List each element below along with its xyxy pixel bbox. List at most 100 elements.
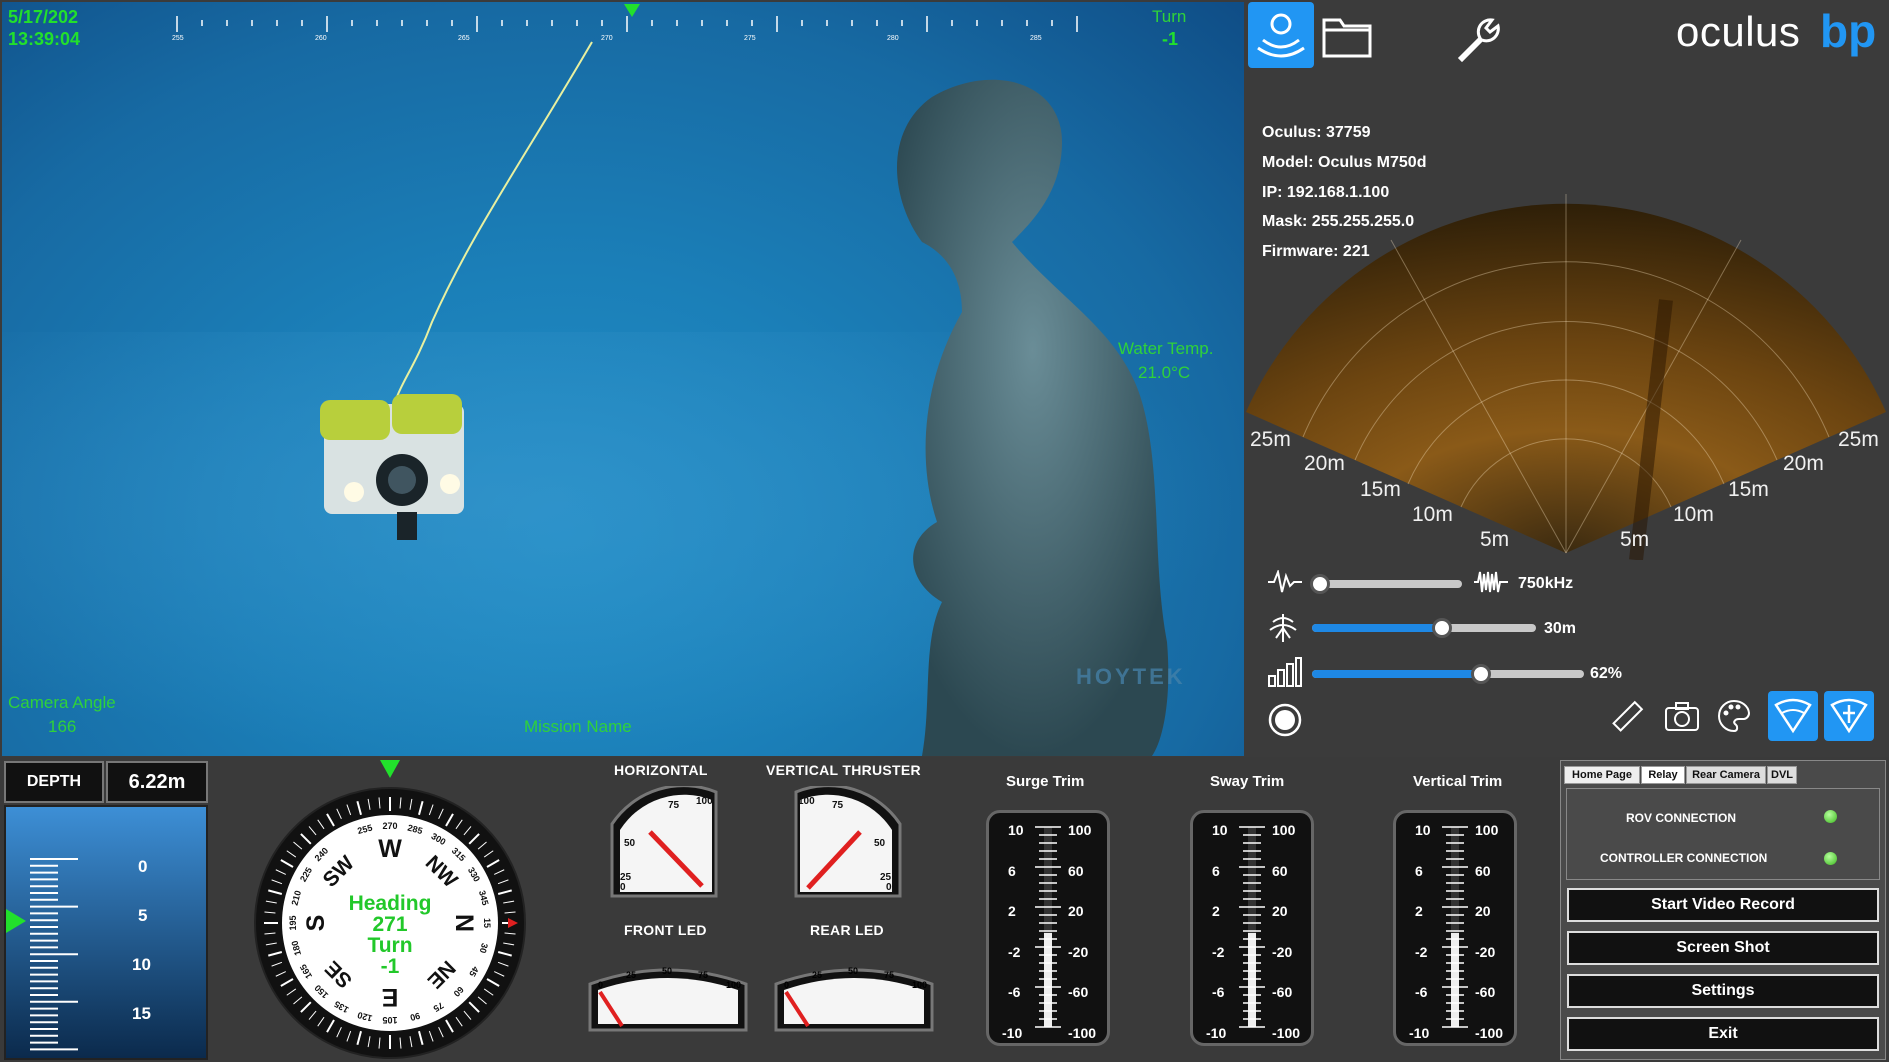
trim-right-label: -100 <box>1068 1024 1097 1041</box>
range-right-5: 5m <box>1620 528 1650 551</box>
svg-text:25: 25 <box>626 970 636 980</box>
tab-rear-camera[interactable]: Rear Camera <box>1686 766 1766 784</box>
trim-right-label: -20 <box>1272 943 1293 960</box>
trim-left-label: -6 <box>1212 984 1225 1000</box>
trim-left-label: 10 <box>1212 822 1228 838</box>
trim-right-label: -20 <box>1475 943 1496 960</box>
sonar-view-button[interactable] <box>1768 691 1818 741</box>
compass-degree-label: 15 <box>482 918 492 928</box>
svg-text:50: 50 <box>624 838 636 849</box>
sonar-icon <box>1257 13 1305 58</box>
svg-text:100: 100 <box>726 980 741 990</box>
depth-pointer-icon <box>6 909 26 933</box>
wrench-icon[interactable] <box>1452 12 1504 64</box>
trim-title: Surge Trim <box>1006 773 1085 790</box>
low-frequency-icon <box>1268 570 1302 593</box>
trim-left-label: -10 <box>1206 1024 1227 1041</box>
trim-left-label: -2 <box>1008 943 1021 960</box>
range-value: 30m <box>1544 620 1577 637</box>
svg-text:100: 100 <box>696 796 713 807</box>
trim-left-label: 6 <box>1008 862 1016 879</box>
svg-text:75: 75 <box>668 800 680 811</box>
range-left-15: 15m <box>1360 478 1401 501</box>
record-icon[interactable] <box>1268 703 1302 737</box>
osd-mission-name: Mission Name <box>524 717 632 736</box>
palette-icon[interactable] <box>1716 698 1752 734</box>
depth-label: DEPTH <box>4 761 104 803</box>
rov-vehicle <box>320 394 464 540</box>
rov-connection-label: ROV CONNECTION <box>1626 811 1737 825</box>
range-left-5: 5m <box>1480 528 1510 551</box>
settings-button[interactable]: Settings <box>1567 974 1879 1008</box>
heading-tape-label: 270 <box>601 35 613 42</box>
heading-tape-label: 285 <box>1030 35 1042 42</box>
trim-title: Sway Trim <box>1210 773 1285 790</box>
svg-text:25: 25 <box>812 970 822 980</box>
camera-icon[interactable] <box>1664 700 1700 732</box>
depth-scale-10: 10 <box>132 955 151 974</box>
svg-text:50: 50 <box>662 966 672 976</box>
turn-value: -1 <box>380 955 400 978</box>
frequency-slider-track[interactable] <box>1312 580 1462 588</box>
front-led-gauge: 0 25 50 75 100 <box>588 966 748 1032</box>
sonar-fan-image <box>1246 194 1886 560</box>
trim-right-label: 60 <box>1475 862 1491 879</box>
gain-slider-knob[interactable] <box>1470 664 1491 684</box>
ruler-icon[interactable] <box>1610 700 1644 734</box>
high-frequency-icon <box>1474 571 1508 593</box>
trim-right-label: -60 <box>1272 984 1293 1000</box>
compass-readout: Heading 271 Turn -1 <box>340 893 440 977</box>
heading-tape-label: 275 <box>744 35 756 42</box>
frequency-slider-knob[interactable] <box>1309 574 1330 594</box>
trim-left-label: -2 <box>1212 943 1225 960</box>
range-antenna-icon <box>1269 614 1297 642</box>
rov-connection-led <box>1824 810 1837 823</box>
depth-scale-ticks <box>6 858 78 1051</box>
bp-logo: bp <box>1820 5 1877 57</box>
compass-degree-label: 195 <box>288 915 298 930</box>
trim-left-label: -10 <box>1409 1024 1430 1041</box>
range-left-20: 20m <box>1304 452 1345 475</box>
heading-tape-label: 280 <box>887 35 899 42</box>
rov-control-app: 5/17/202 13:39:04 255 260 265 270 275 280 285 … <box>0 0 1889 1062</box>
trim-right-label: -60 <box>1068 984 1089 1000</box>
trim-left-label: -2 <box>1415 943 1428 960</box>
range-right-10: 10m <box>1673 503 1714 526</box>
gain-slider-fill <box>1312 670 1481 678</box>
start-video-record-button[interactable]: Start Video Record <box>1567 888 1879 922</box>
trim-left-label: 10 <box>1415 822 1431 838</box>
sonar-tab-button[interactable] <box>1248 2 1314 68</box>
trim-right-label: 20 <box>1272 903 1288 919</box>
rear-led-title: REAR LED <box>810 922 884 938</box>
turn-label: Turn <box>367 934 413 957</box>
osd-date: 5/17/202 <box>8 7 79 27</box>
rear-led-gauge: 0 25 50 75 100 <box>774 966 934 1032</box>
sonar-serial: Oculus: 37759 <box>1262 124 1371 141</box>
sonar-overlay-button[interactable] <box>1824 691 1874 741</box>
trim-right-label: 100 <box>1272 822 1296 838</box>
range-right-15: 15m <box>1728 478 1769 501</box>
heading-value: 271 <box>372 913 408 936</box>
svg-text:0: 0 <box>620 882 626 893</box>
screen-shot-button[interactable]: Screen Shot <box>1567 931 1879 965</box>
trim-gauge <box>986 810 1110 1046</box>
exit-button[interactable]: Exit <box>1567 1017 1879 1051</box>
tab-home-page[interactable]: Home Page <box>1564 766 1640 784</box>
oculus-logo: oculus <box>1676 8 1801 55</box>
horizontal-gauge-title: HORIZONTAL <box>614 762 708 778</box>
tab-relay[interactable]: Relay <box>1641 766 1685 784</box>
trim-right-label: 20 <box>1068 903 1084 919</box>
range-slider-knob[interactable] <box>1431 618 1452 638</box>
sonar-overlay-icon <box>1830 698 1868 734</box>
tab-dvl[interactable]: DVL <box>1767 766 1797 784</box>
svg-text:100: 100 <box>912 980 927 990</box>
trim-left-label: -10 <box>1002 1024 1023 1041</box>
range-left-10: 10m <box>1412 503 1453 526</box>
range-left-25: 25m <box>1250 428 1291 451</box>
depth-gauge: 0 5 10 15 <box>4 805 208 1060</box>
heading-tape-label: 260 <box>315 35 327 42</box>
compass-cardinal-s: S <box>302 915 330 932</box>
controller-connection-led <box>1824 852 1837 865</box>
folder-icon[interactable] <box>1322 14 1372 58</box>
gain-value: 62% <box>1590 665 1623 682</box>
